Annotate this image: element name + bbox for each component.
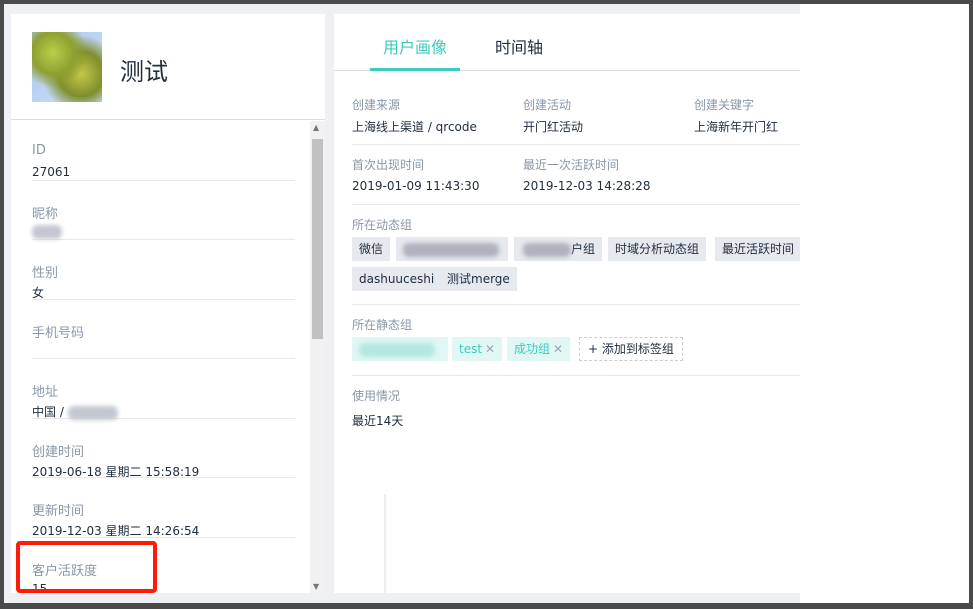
field-label: 创建时间 [32,444,85,460]
address-text: 中国 / [32,405,64,419]
field-value: 2019-06-18 星期二 15:58:19 [32,464,200,479]
tab-user-profile[interactable]: 用户画像 [383,34,447,58]
field-id: ID 27061 [32,121,295,181]
dynamic-group-tag[interactable]: 最近活跃时间 [715,237,800,261]
dynamic-groups-label: 所在动态组 [352,218,413,232]
tag-text: 户组 [570,242,595,256]
user-info-panel: 测试 ID 27061 昵称 性别女 手机号码 地址中国 / 创建时间 2019-0… [11,14,325,593]
divider [352,375,800,376]
dynamic-group-tag-blurred[interactable] [396,237,508,261]
last-active-label: 最近一次活跃时间 [523,158,620,172]
tab-timeline[interactable]: 时间轴 [495,34,543,58]
source-value: 上海线上渠道 / qrcode [352,120,477,134]
field-phone: 手机号码 [32,300,295,359]
usage-value: 最近14天 [352,414,404,428]
close-icon[interactable]: ✕ [553,342,563,356]
scrollbar-thumb[interactable] [312,139,323,339]
source-label: 创建来源 [352,98,401,112]
field-list: ID 27061 昵称 性别女 手机号码 地址中国 / 创建时间 2019-06-1… [11,121,325,593]
static-group-tag-blurred[interactable] [352,337,448,361]
keyword-label: 创建关键字 [694,98,755,112]
field-updated: 更新时间 2019-12-03 星期二 14:26:54 [32,478,295,538]
field-value: 女 [32,286,45,300]
field-value: 27061 [32,165,71,179]
field-label: 地址 [32,385,59,400]
field-gender: 性别女 [32,240,295,300]
divider [352,144,800,145]
user-header: 测试 [11,14,325,120]
close-icon[interactable]: ✕ [485,342,495,356]
scroll-up-icon[interactable]: ▲ [313,123,319,132]
address-blurred [67,405,118,420]
add-to-tag-group-button[interactable]: + 添加到标签组 [579,337,683,361]
scrollbar[interactable]: ▲ ▼ [310,121,325,593]
keyword-value: 上海新年开门红 [694,120,779,134]
dynamic-group-tag[interactable]: 微信 [352,237,391,261]
dynamic-group-tag[interactable]: dashuuceshi [352,267,442,291]
activity-value: 开门红活动 [523,120,584,134]
divider [352,304,800,305]
field-value-blurred [32,224,62,242]
active-tab-indicator [370,68,460,71]
static-group-tag[interactable]: 成功组 ✕ [507,337,571,361]
scroll-down-icon[interactable]: ▼ [313,582,319,591]
static-group-tag[interactable]: test ✕ [452,337,503,361]
field-value: 中国 / [32,403,118,420]
tag-text: 成功组 [514,342,551,356]
last-active-value: 2019-12-03 14:28:28 [523,179,651,193]
tab-bar: 用户画像 时间轴 [334,14,800,71]
field-nickname: 昵称 [32,181,295,242]
dynamic-group-tag[interactable]: 户组 [514,237,602,261]
first-seen-label: 首次出现时间 [352,158,425,172]
tag-text: test [459,342,483,356]
field-created: 创建时间 2019-06-18 星期二 15:58:19 [32,419,295,479]
highlight-box [16,541,157,593]
user-name: 测试 [120,58,168,86]
profile-panel: 用户画像 时间轴 创建来源 上海线上渠道 / qrcode 创建活动 开门红活动… [334,14,800,593]
avatar [32,32,102,102]
activity-label: 创建活动 [523,98,572,112]
field-label: 更新时间 [32,504,85,519]
field-label: ID [32,143,46,158]
field-label: 性别 [32,266,59,281]
field-label: 手机号码 [32,325,85,341]
field-value: 2019-12-03 星期二 14:26:54 [32,524,200,538]
app-window: 测试 ID 27061 昵称 性别女 手机号码 地址中国 / 创建时间 2019-0… [4,4,969,603]
field-address: 地址中国 / [32,359,295,420]
divider [352,204,800,205]
first-seen-value: 2019-01-09 11:43:30 [352,179,480,193]
chart-axis-line [384,494,386,593]
dynamic-group-tag[interactable]: 时域分析动态组 [608,237,707,261]
usage-label: 使用情况 [352,389,401,403]
field-label: 昵称 [32,206,59,222]
dynamic-group-tag[interactable]: 测试merge [440,267,517,291]
static-groups-label: 所在静态组 [352,318,413,332]
